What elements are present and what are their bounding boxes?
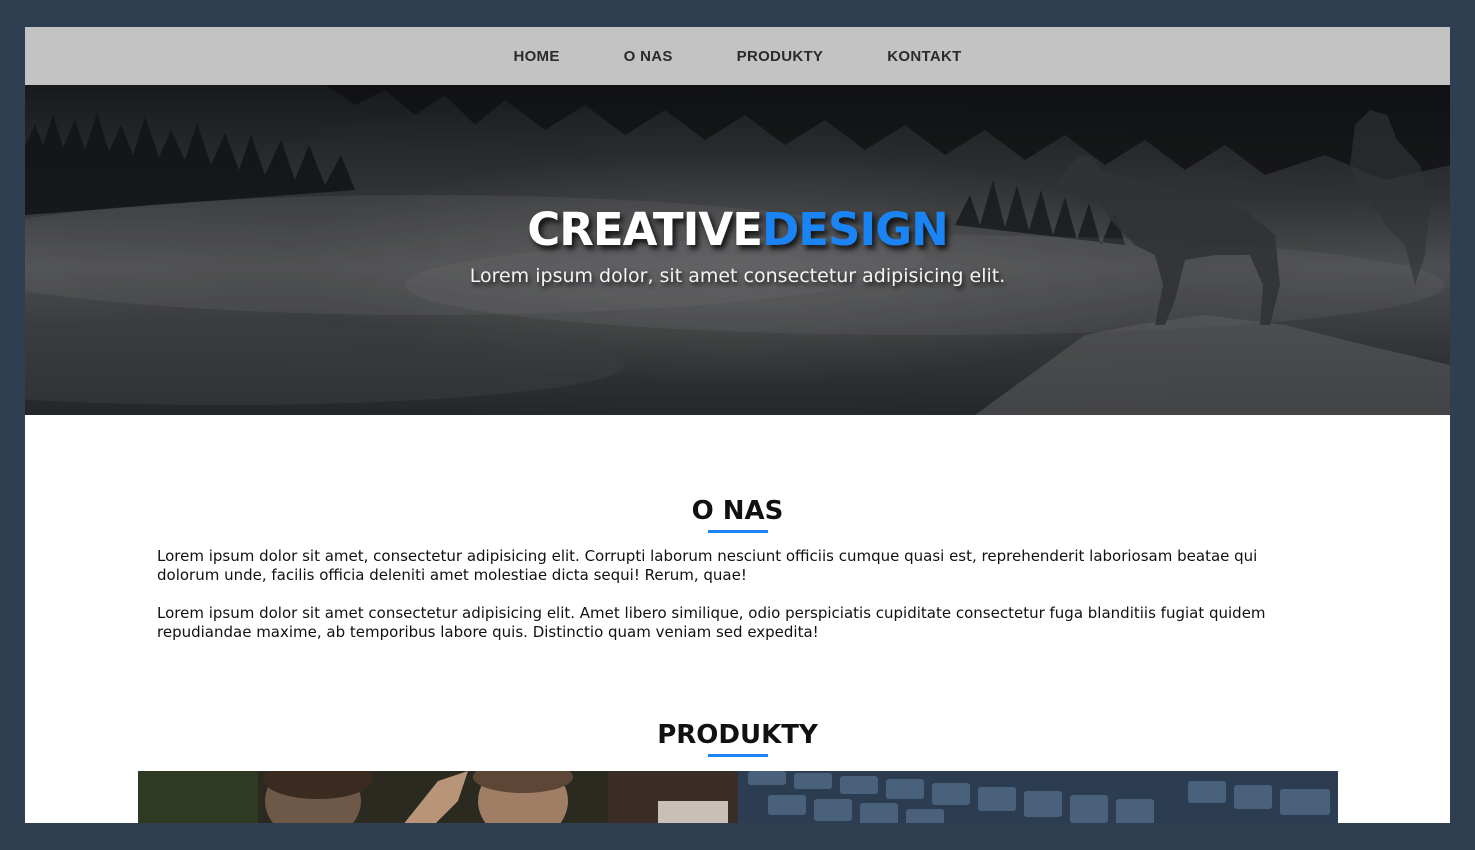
page: HOME O NAS PRODUKTY KONTAKT CREATIVEDESI… — [25, 27, 1450, 823]
products-gallery — [137, 771, 1338, 823]
about-section: O NAS Lorem ipsum dolor sit amet, consec… — [25, 415, 1450, 642]
hero-title-design: DESIGN — [761, 203, 949, 256]
about-paragraph: Lorem ipsum dolor sit amet consectetur a… — [157, 604, 1266, 641]
products-section: PRODUKTY — [25, 642, 1450, 823]
hero-subtitle: Lorem ipsum dolor, sit amet consectetur … — [469, 264, 1006, 287]
about-paragraph: Lorem ipsum dolor sit amet, consectetur … — [157, 547, 1258, 584]
products-title-underline — [707, 754, 768, 757]
hero-title: CREATIVEDESIGN — [25, 205, 1450, 255]
top-nav: HOME O NAS PRODUKTY KONTAKT — [25, 27, 1450, 85]
about-title-underline — [707, 530, 768, 533]
keyboard-photo — [737, 771, 1338, 823]
nav-link-kontakt[interactable]: KONTAKT — [887, 48, 961, 65]
hero-title-creative: CREATIVE — [527, 203, 763, 256]
nav-link-home[interactable]: HOME — [513, 48, 559, 65]
product-image-keyboard[interactable] — [737, 771, 1338, 823]
about-title: O NAS — [691, 496, 784, 526]
about-text: Lorem ipsum dolor sit amet, consectetur … — [157, 547, 1318, 642]
products-title: PRODUKTY — [657, 720, 818, 750]
product-image-children[interactable] — [137, 771, 738, 823]
hero-content: CREATIVEDESIGN Lorem ipsum dolor, sit am… — [25, 205, 1450, 287]
hero-banner: CREATIVEDESIGN Lorem ipsum dolor, sit am… — [25, 85, 1450, 415]
nav-link-produkty[interactable]: PRODUKTY — [737, 48, 824, 65]
nav-link-o-nas[interactable]: O NAS — [624, 48, 673, 65]
children-photo — [137, 771, 738, 823]
